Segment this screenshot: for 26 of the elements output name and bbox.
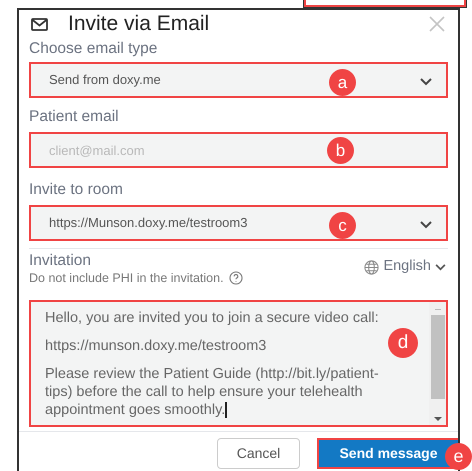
message-field[interactable]: Hello, you are invited you to join a secure video call: https://munson.doxy.me/testroom3 Please review the Patient Guide (http://bit.ly/patient-tips) before the call to help ensure your telehealth appointment goes smoothly. d xyxy=(29,300,448,427)
section-label: Invitation xyxy=(29,252,92,270)
callout-badge: e xyxy=(445,443,472,470)
dialog-title: Invite via Email xyxy=(68,11,210,38)
mail-icon xyxy=(31,18,48,30)
field-label: Patient email xyxy=(29,108,120,126)
dropdown[interactable]: https://Munson.doxy.me/testroom3 c xyxy=(29,205,448,241)
dash-icon xyxy=(434,309,440,310)
callout-badge: a xyxy=(329,69,356,96)
globe-icon xyxy=(364,260,380,274)
close-icon xyxy=(429,16,445,32)
field-label: Invite to room xyxy=(29,181,124,199)
help-icon[interactable] xyxy=(228,271,243,285)
scroll-down-icon[interactable] xyxy=(434,416,442,422)
chevron-down-icon xyxy=(435,264,446,270)
dropdown[interactable]: Send from doxy.me a xyxy=(29,62,448,98)
field-label: Choose email type xyxy=(29,40,158,58)
cancel-button[interactable]: Cancel xyxy=(217,438,300,469)
callout-badge: d xyxy=(388,328,418,358)
hint-text: Do not include PHI in the invitation. xyxy=(29,270,224,286)
chevron-down-icon xyxy=(420,221,432,229)
callout-badge: c xyxy=(329,212,356,239)
scrollbar[interactable] xyxy=(429,302,446,425)
chevron-down-icon xyxy=(420,78,432,86)
language-dropdown[interactable]: English xyxy=(364,258,446,276)
text-cursor xyxy=(225,402,227,418)
